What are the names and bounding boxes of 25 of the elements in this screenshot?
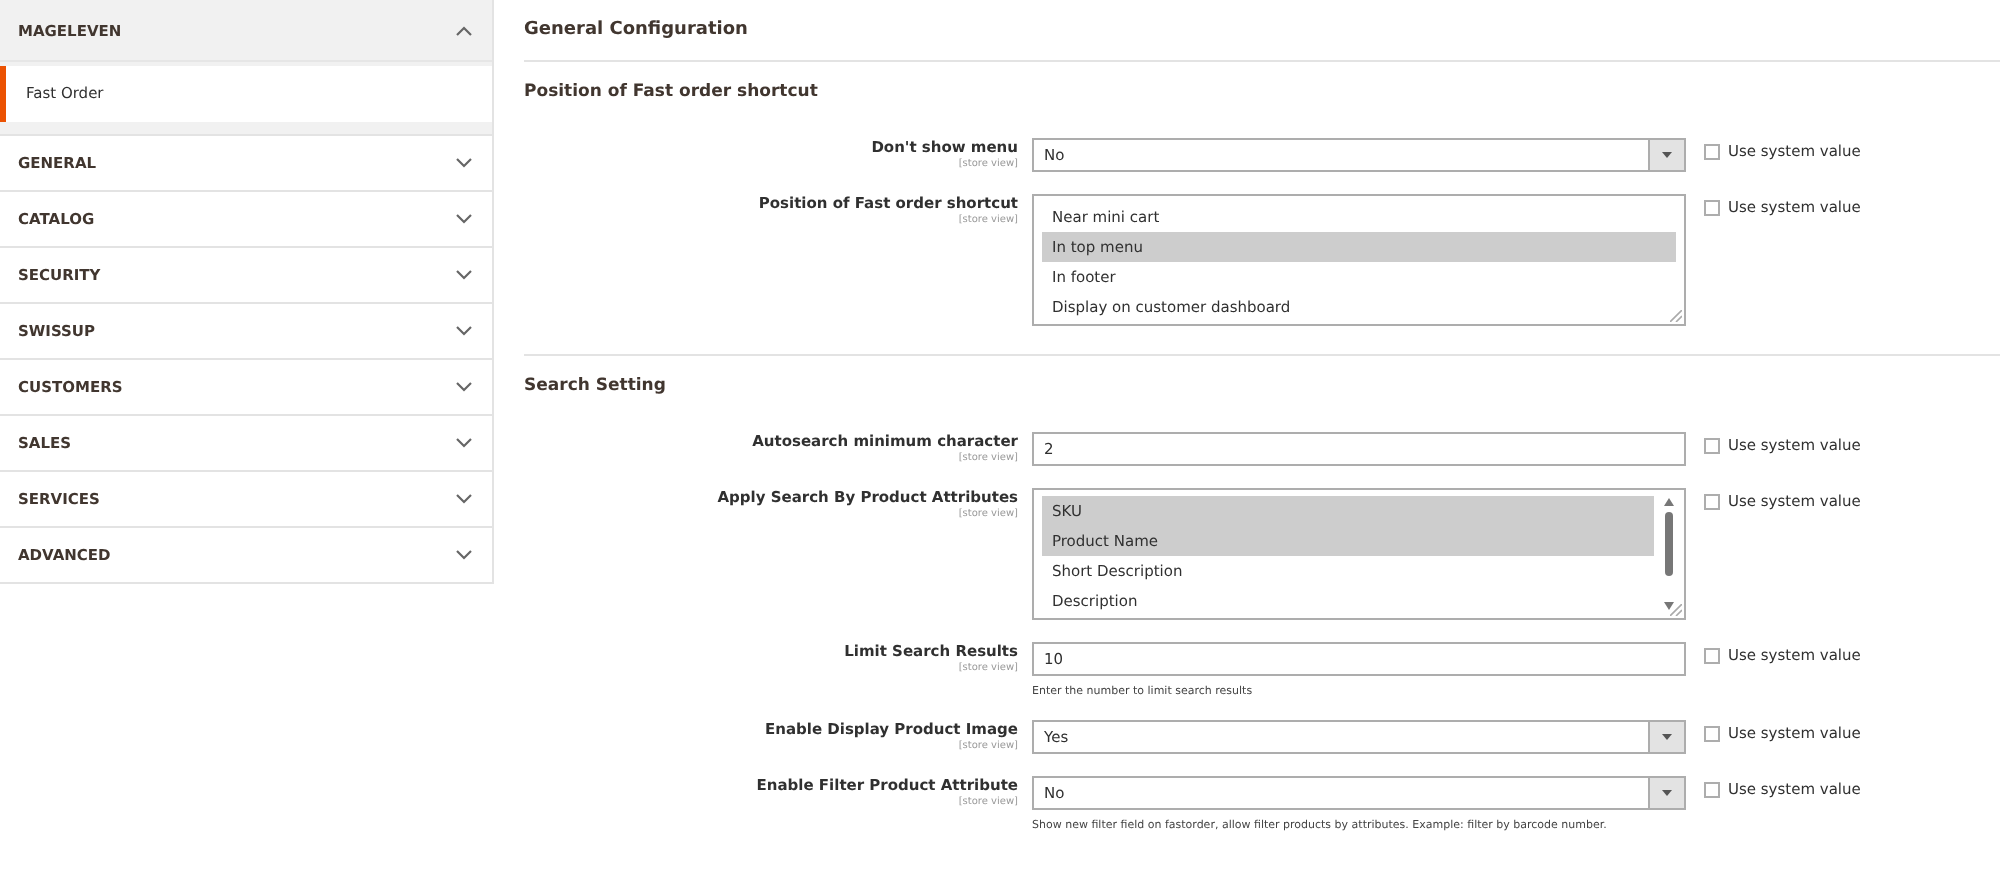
caret-icon	[1662, 790, 1672, 796]
section-title: General Configuration	[524, 0, 2000, 62]
chevron-icon	[456, 158, 472, 168]
scrollbar[interactable]	[1662, 496, 1676, 612]
chevron-icon	[456, 550, 472, 560]
chevron-icon	[456, 438, 472, 448]
chevron-icon	[456, 326, 472, 336]
resize-grip-icon[interactable]	[1670, 604, 1682, 616]
checkbox[interactable]	[1704, 647, 1720, 663]
caret-icon	[1662, 734, 1672, 740]
checkbox[interactable]	[1704, 437, 1720, 453]
checkbox[interactable]	[1704, 493, 1720, 509]
caret-icon	[1662, 152, 1672, 158]
checkbox[interactable]	[1704, 199, 1720, 215]
chevron-icon	[456, 494, 472, 504]
group-title: Search Setting	[524, 374, 668, 400]
chevron-icon	[456, 382, 472, 392]
chevron-icon	[456, 270, 472, 280]
checkbox[interactable]	[1704, 725, 1720, 741]
checkbox[interactable]	[1704, 781, 1720, 797]
resize-grip-icon[interactable]	[1670, 310, 1682, 322]
checkbox[interactable]	[1704, 143, 1720, 159]
chevron-icon	[456, 214, 472, 224]
chevron-icon	[456, 25, 472, 35]
group-title: Position of Fast order shortcut	[524, 80, 820, 106]
